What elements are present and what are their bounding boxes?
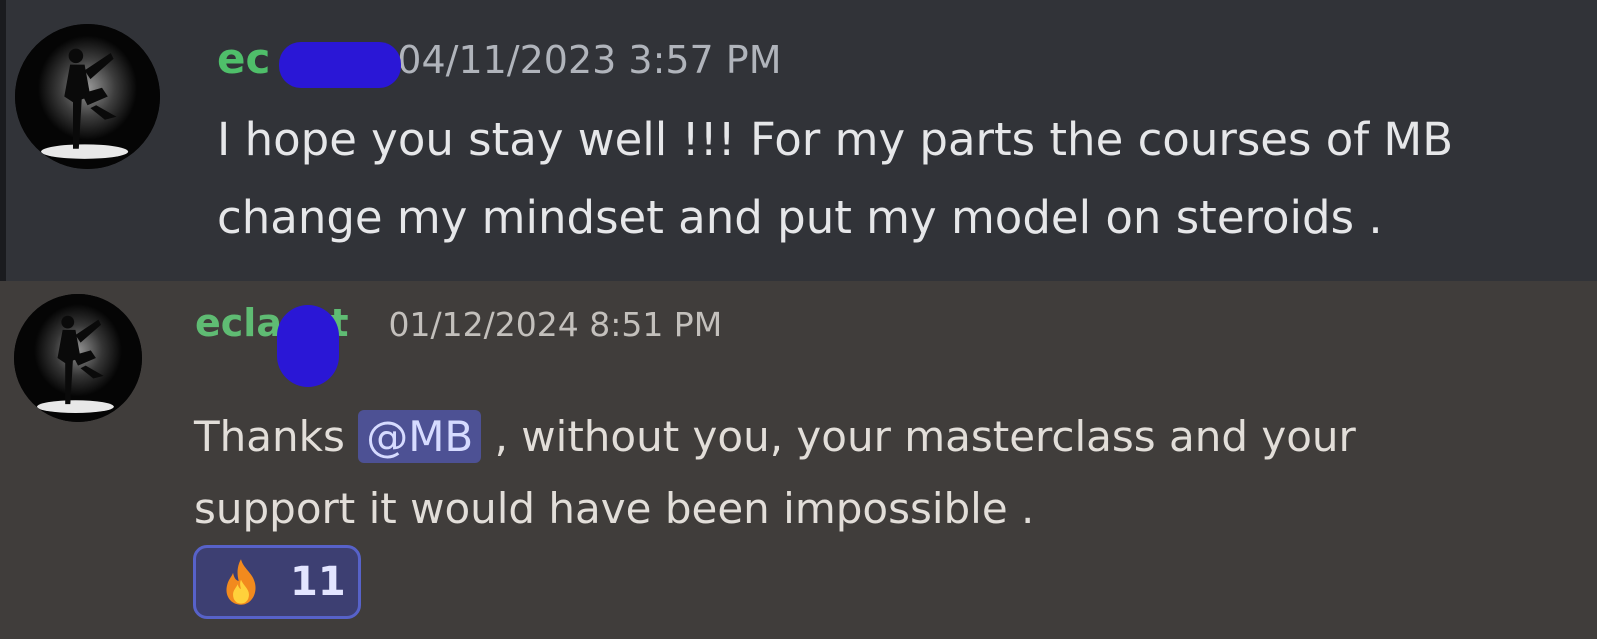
- username[interactable]: eclayyt: [195, 301, 349, 387]
- message-text: I hope you stay well !!! For my parts th…: [217, 113, 1454, 244]
- timestamp: 04/11/2023 3:57 PM: [397, 38, 782, 82]
- avatar-silhouette-icon: [15, 24, 160, 169]
- username[interactable]: eclayt: [217, 34, 401, 88]
- message-text: Thanks @MB , without you, your mastercla…: [194, 410, 1356, 533]
- reaction-button[interactable]: 11: [193, 545, 361, 619]
- message-2: eclayyt 01/12/2024 8:51 PM Thanks @MB , …: [0, 281, 1597, 639]
- message-header: eclayt 04/11/2023 3:57 PM: [217, 34, 782, 88]
- user-avatar[interactable]: [15, 24, 160, 169]
- message-header: eclayyt 01/12/2024 8:51 PM: [195, 301, 723, 387]
- fire-icon: [226, 559, 256, 605]
- avatar-silhouette-icon: [14, 294, 142, 422]
- message-1: eclayt 04/11/2023 3:57 PM I hope you sta…: [0, 0, 1597, 281]
- mention-tag[interactable]: @MB: [358, 410, 482, 463]
- redaction-scribble: [277, 305, 339, 387]
- reaction-count: 11: [290, 559, 346, 605]
- timestamp: 01/12/2024 8:51 PM: [388, 305, 723, 344]
- redaction-scribble: [279, 42, 401, 88]
- user-avatar[interactable]: [14, 294, 142, 422]
